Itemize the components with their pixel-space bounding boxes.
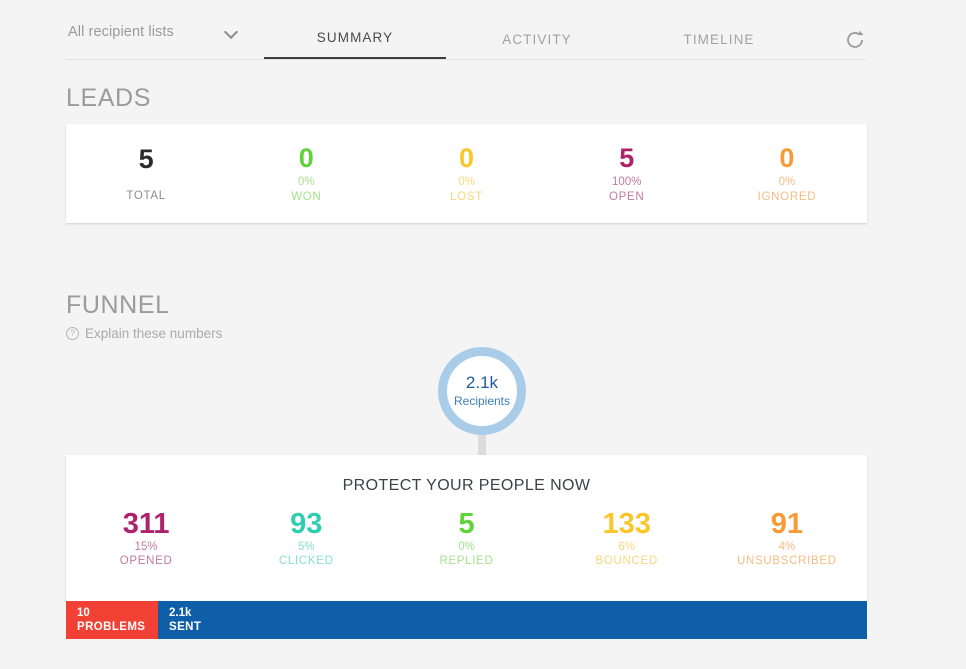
leads-won-value: 0 [298,142,314,173]
problems-segment[interactable]: 10 PROBLEMS [66,601,158,639]
funnel-bounced-label: BOUNCED [595,555,658,568]
funnel-replied-label: REPLIED [439,555,494,568]
explain-numbers-label: Explain these numbers [85,326,223,341]
funnel-opened-label: OPENED [119,555,173,568]
leads-won-percent: 0% [297,176,315,189]
funnel-replied-percent: 0% [458,541,475,554]
leads-lost-value: 0 [458,142,475,173]
leads-ignored-percent: 0% [778,176,796,189]
tab-timeline[interactable]: TIMELINE [628,32,810,59]
leads-section-title: LEADS [66,84,151,112]
funnel-status-bar: 10 PROBLEMS 2.1k SENT [66,601,867,639]
help-circle-icon: ? [66,327,79,340]
funnel-stat-clicked: 93 5% CLICKED [226,508,386,568]
recipients-bubble: 2.1k Recipients [438,347,526,435]
leads-stat-ignored: 0 0% IGNORED [707,124,867,223]
funnel-clicked-percent: 5% [297,541,315,554]
leads-won-label: WON [291,191,322,204]
tab-summary[interactable]: SUMMARY [264,30,446,59]
leads-card: 5 TOTAL 0 0% WON 0 0% LOST 5 100% OPEN 0… [66,124,867,223]
problems-value: 10 [77,606,90,619]
leads-stat-lost: 0 0% LOST [386,124,546,223]
funnel-section-title: FUNNEL [66,291,170,319]
leads-open-value: 5 [619,142,635,173]
campaign-summary-page: All recipient lists SUMMARY ACTIVITY TIM… [0,0,966,669]
sent-value: 2.1k [169,606,192,619]
funnel-stat-unsubscribed: 91 4% UNSUBSCRIBED [707,508,867,568]
funnel-stat-opened: 311 15% OPENED [66,508,226,568]
explain-numbers-link[interactable]: ? Explain these numbers [66,326,222,341]
recipient-list-select[interactable]: All recipient lists [66,15,246,59]
leads-ignored-label: IGNORED [757,191,817,204]
funnel-stats: 311 15% OPENED 93 5% CLICKED 5 0% REPLIE… [66,495,867,568]
leads-lost-label: LOST [450,191,483,204]
chevron-down-icon [224,25,238,39]
tab-activity-label: ACTIVITY [502,32,572,47]
funnel-stat-bounced: 133 6% BOUNCED [547,508,707,568]
campaign-name: PROTECT YOUR PEOPLE NOW [342,477,591,494]
funnel-unsubscribed-label: UNSUBSCRIBED [737,555,837,568]
funnel-opened-percent: 15% [134,541,158,554]
funnel-unsubscribed-percent: 4% [778,541,796,554]
refresh-icon[interactable] [844,29,866,51]
problems-label: PROBLEMS [77,621,146,633]
leads-open-label: OPEN [609,191,645,204]
funnel-bounced-value: 133 [602,508,651,540]
funnel-card: PROTECT YOUR PEOPLE NOW 311 15% OPENED 9… [66,455,867,601]
recipients-value: 2.1k [465,373,499,393]
leads-ignored-value: 0 [779,142,795,173]
tab-summary-label: SUMMARY [316,30,394,45]
leads-stat-total: 5 TOTAL [66,124,226,223]
leads-total-value: 5 [138,143,154,174]
funnel-stat-replied: 5 0% REPLIED [386,508,546,568]
leads-stat-won: 0 0% WON [226,124,386,223]
leads-stats: 5 TOTAL 0 0% WON 0 0% LOST 5 100% OPEN 0… [66,124,867,223]
funnel-opened-value: 311 [122,508,170,540]
tab-activity[interactable]: ACTIVITY [446,32,628,59]
leads-total-label: TOTAL [126,190,166,203]
funnel-bounced-percent: 6% [618,541,636,554]
tab-bar: SUMMARY ACTIVITY TIMELINE [264,30,810,59]
recipient-list-value: All recipient lists [68,24,174,40]
recipients-label: Recipients [453,393,511,408]
funnel-clicked-label: CLICKED [278,555,334,568]
funnel-clicked-value: 93 [290,508,323,540]
funnel-replied-value: 5 [458,508,475,540]
sent-segment[interactable]: 2.1k SENT [158,601,867,639]
tab-timeline-label: TIMELINE [683,32,755,47]
leads-stat-open: 5 100% OPEN [547,124,707,223]
funnel-unsubscribed-value: 91 [770,508,804,540]
sent-label: SENT [169,621,202,633]
leads-lost-percent: 0% [458,176,475,189]
leads-open-percent: 100% [612,176,642,189]
toolbar: All recipient lists SUMMARY ACTIVITY TIM… [66,14,866,60]
